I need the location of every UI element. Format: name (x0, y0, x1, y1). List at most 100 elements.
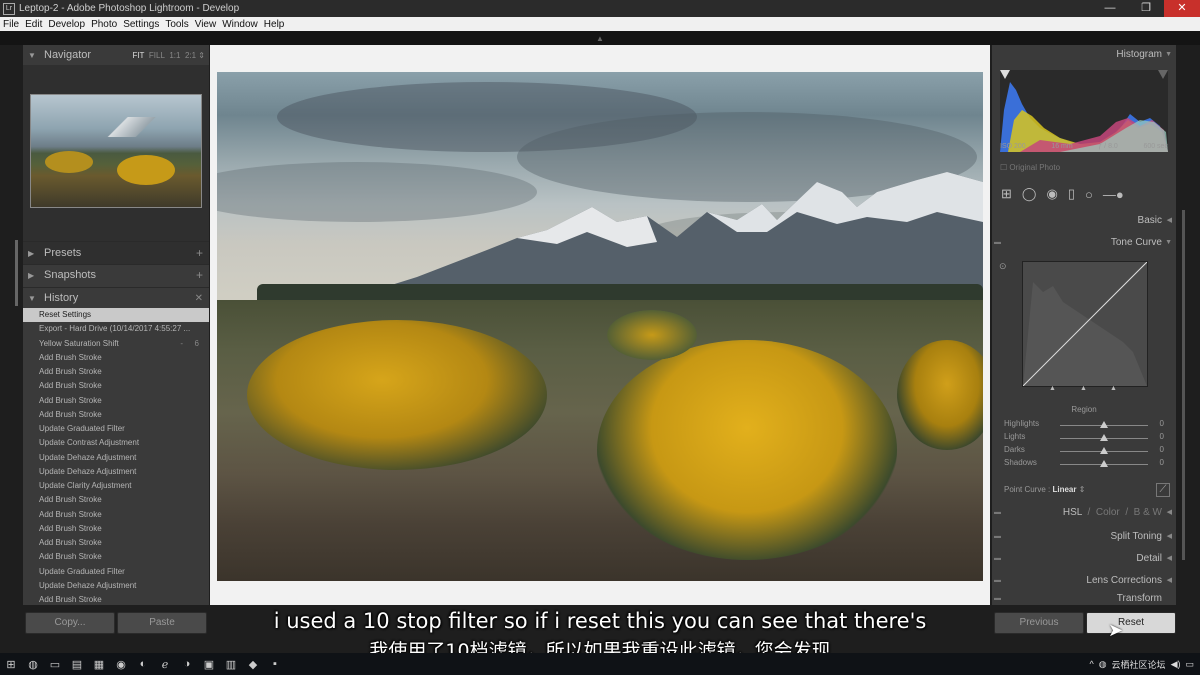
zoom-fill[interactable]: FILL (149, 51, 165, 60)
menu-window[interactable]: Window (219, 19, 261, 30)
windows-start-icon[interactable]: ⊞ (0, 655, 22, 673)
reset-button[interactable]: Reset (1086, 612, 1176, 634)
app-icon[interactable]: ▦ (88, 655, 110, 673)
slider-handle[interactable] (1100, 434, 1108, 441)
panel-toggle-icon[interactable]: ▬ (994, 571, 1001, 591)
history-item[interactable]: Yellow Saturation Shift - 6 (23, 337, 209, 351)
lightroom-taskbar-icon[interactable]: ▣ (198, 655, 220, 673)
history-item[interactable]: Add Brush Stroke (23, 351, 209, 365)
app-icon[interactable]: ◆ (242, 655, 264, 673)
history-item[interactable]: Add Brush Stroke (23, 550, 209, 564)
ie-icon[interactable]: ◑ (176, 655, 198, 673)
network-icon[interactable]: ◍ (1099, 659, 1107, 670)
curve-split-handle-icon[interactable]: ▲ (1049, 385, 1056, 392)
app-icon[interactable]: ▪ (264, 655, 286, 673)
menu-view[interactable]: View (192, 19, 220, 30)
panel-toggle-icon[interactable]: ▬ (994, 503, 1001, 523)
panel-toggle-icon[interactable]: ▬ (994, 549, 1001, 569)
firefox-icon[interactable]: ◐ (132, 655, 154, 673)
zoom-fit[interactable]: FIT (132, 51, 144, 60)
menu-edit[interactable]: Edit (22, 19, 45, 30)
history-item[interactable]: Update Contrast Adjustment (23, 436, 209, 450)
histogram-header[interactable]: Histogram ▼ (992, 45, 1176, 65)
zoom-1-1[interactable]: 1:1 (169, 51, 180, 60)
slider-value[interactable]: 0 (1160, 458, 1164, 467)
red-eye-icon[interactable]: ◉ (1046, 186, 1057, 202)
target-adjust-icon[interactable]: ⊙ (999, 261, 1007, 272)
graduated-filter-icon[interactable]: ▯ (1068, 186, 1075, 202)
history-item[interactable]: Add Brush Stroke (23, 593, 209, 605)
transform-header[interactable]: ▬ Transform (992, 593, 1176, 605)
history-item[interactable]: Update Dehaze Adjustment (23, 465, 209, 479)
menu-tools[interactable]: Tools (162, 19, 191, 30)
history-item[interactable]: Update Dehaze Adjustment (23, 579, 209, 593)
history-item[interactable]: Update Clarity Adjustment (23, 479, 209, 493)
edge-icon[interactable]: ℯ (154, 655, 176, 673)
history-item[interactable]: Add Brush Stroke (23, 493, 209, 507)
folder-icon[interactable]: ▤ (66, 655, 88, 673)
slider-handle[interactable] (1100, 460, 1108, 467)
history-item[interactable]: Update Graduated Filter (23, 422, 209, 436)
history-item[interactable]: Add Brush Stroke (23, 408, 209, 422)
add-snapshot-icon[interactable]: + (196, 268, 203, 282)
curve-split-handle-icon[interactable]: ▲ (1110, 385, 1117, 392)
point-curve-control[interactable]: Point Curve : Linear ⇕ (1004, 485, 1085, 494)
panel-toggle-icon[interactable]: ▬ (994, 593, 1001, 605)
task-view-icon[interactable]: ◍ (22, 655, 44, 673)
collapse-top-panel-icon[interactable]: ▲ (596, 34, 604, 43)
maximize-button[interactable]: ❐ (1128, 0, 1164, 17)
slider-handle[interactable] (1100, 421, 1108, 428)
notification-chevron-icon[interactable]: ^ (1089, 659, 1093, 669)
tone-curve-graph[interactable] (1022, 261, 1148, 387)
add-preset-icon[interactable]: + (196, 246, 203, 260)
panel-toggle-icon[interactable]: ▬ (994, 233, 1001, 253)
crop-icon[interactable]: ⊞ (1001, 186, 1012, 202)
history-item[interactable]: Add Brush Stroke (23, 536, 209, 550)
zoom-stepper-icon[interactable]: ⇕ (198, 51, 205, 60)
adjustment-brush-icon[interactable]: —● (1103, 187, 1124, 202)
slider-value[interactable]: 0 (1160, 432, 1164, 441)
menu-develop[interactable]: Develop (45, 19, 88, 30)
right-panel-scrollbar[interactable] (1182, 210, 1185, 560)
detail-header[interactable]: ▬ Detail ◀ (992, 549, 1176, 569)
slider-handle[interactable] (1100, 447, 1108, 454)
curve-split-handle-icon[interactable]: ▲ (1080, 385, 1087, 392)
history-header[interactable]: ▼ History ✕ (23, 288, 209, 308)
previous-button[interactable]: Previous (994, 612, 1084, 634)
history-item[interactable]: Add Brush Stroke (23, 379, 209, 393)
hsl-tab[interactable]: HSL (1063, 507, 1082, 518)
photoshop-taskbar-icon[interactable]: ▥ (220, 655, 242, 673)
edit-point-curve-icon[interactable]: ⟋ (1156, 483, 1170, 497)
split-toning-header[interactable]: ▬ Split Toning ◀ (992, 527, 1176, 547)
lens-corrections-header[interactable]: ▬ Lens Corrections ◀ (992, 571, 1176, 591)
point-curve-value[interactable]: Linear (1052, 485, 1076, 494)
volume-icon[interactable]: ◀) (1171, 659, 1181, 670)
navigator-header[interactable]: ▼ Navigator FIT FILL 1:1 2:1 ⇕ (23, 45, 209, 65)
spot-removal-icon[interactable]: ◯ (1022, 186, 1037, 202)
action-center-icon[interactable]: ▭ (1185, 659, 1194, 670)
history-item[interactable]: Reset Settings (23, 308, 209, 323)
file-icon[interactable]: ▭ (44, 655, 66, 673)
menu-photo[interactable]: Photo (88, 19, 120, 30)
snapshots-header[interactable]: ▶ Snapshots + (23, 265, 209, 285)
tone-curve-header[interactable]: ▬ Tone Curve ▼ (992, 233, 1176, 253)
main-photo[interactable] (217, 72, 983, 581)
menu-file[interactable]: File (0, 19, 22, 30)
chrome-icon[interactable]: ◉ (110, 655, 132, 673)
original-photo-toggle[interactable]: ☐ Original Photo (1000, 163, 1060, 172)
basic-header[interactable]: Basic ◀ (992, 211, 1176, 231)
history-item[interactable]: Add Brush Stroke (23, 508, 209, 522)
left-panel-scrollbar[interactable] (15, 240, 18, 306)
panel-toggle-icon[interactable]: ▬ (994, 527, 1001, 547)
menu-help[interactable]: Help (261, 19, 288, 30)
history-item[interactable]: Add Brush Stroke (23, 394, 209, 408)
minimize-button[interactable]: — (1092, 0, 1128, 17)
slider-value[interactable]: 0 (1160, 445, 1164, 454)
clear-history-icon[interactable]: ✕ (195, 293, 203, 304)
close-button[interactable]: ✕ (1164, 0, 1200, 17)
hsl-header[interactable]: ▬ HSL / Color / B & W ◀ (992, 503, 1176, 523)
history-item[interactable]: Add Brush Stroke (23, 365, 209, 379)
history-item[interactable]: Export - Hard Drive (10/14/2017 4:55:27 … (23, 322, 209, 336)
menu-settings[interactable]: Settings (120, 19, 162, 30)
radial-filter-icon[interactable]: ○ (1085, 187, 1093, 202)
